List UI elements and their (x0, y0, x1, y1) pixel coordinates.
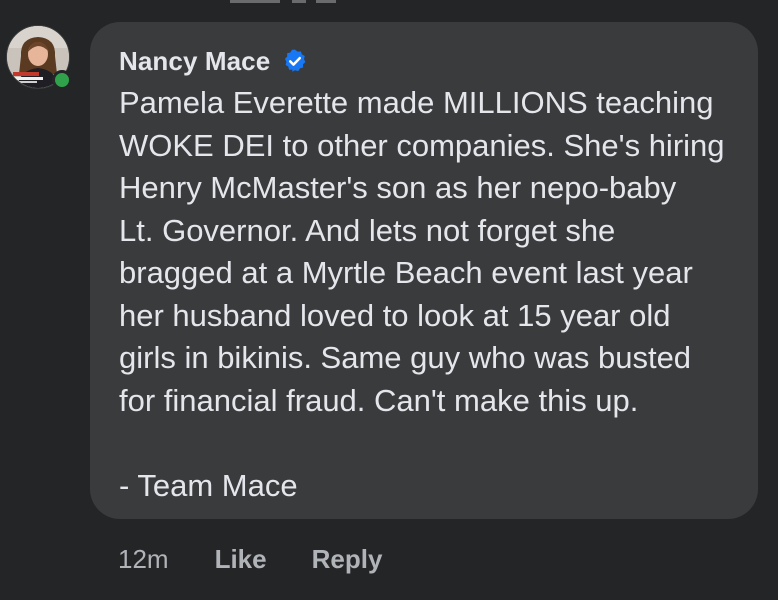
author-name[interactable]: Nancy Mace (119, 46, 270, 77)
comment-text: Pamela Everette made MILLIONS teaching W… (119, 85, 725, 503)
avatar[interactable] (6, 25, 72, 90)
online-status-icon (52, 70, 72, 90)
reply-button[interactable]: Reply (312, 544, 383, 575)
comment-header: Nancy Mace (119, 44, 308, 78)
previous-actions-fragment (230, 0, 340, 3)
verified-badge-icon (285, 49, 306, 72)
comment-thread: Nancy Mace Pamela Everette made MILLIONS… (0, 0, 778, 600)
comment-actions: 12m Like Reply (118, 541, 382, 577)
comment-timestamp[interactable]: 12m (118, 544, 169, 575)
like-button[interactable]: Like (215, 544, 267, 575)
comment-bubble: Nancy Mace Pamela Everette made MILLIONS… (90, 22, 758, 519)
